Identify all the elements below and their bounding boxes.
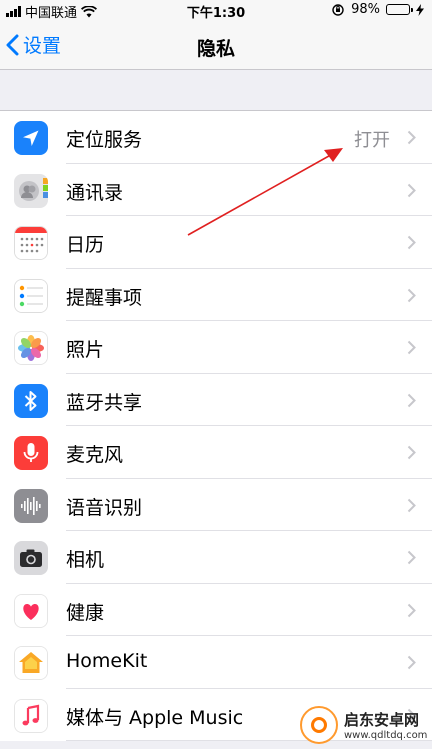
location-arrow-icon: [14, 121, 48, 155]
chevron-right-icon: [407, 445, 416, 460]
row-microphone[interactable]: 麦克风: [0, 426, 432, 479]
page-title: 隐私: [196, 38, 235, 60]
bluetooth-icon: [14, 383, 48, 418]
orientation-lock-icon: [332, 3, 344, 16]
row-label: 蓝牙共享: [66, 391, 143, 414]
row-location-services[interactable]: 定位服务 打开: [0, 111, 432, 164]
chevron-right-icon: [407, 340, 416, 355]
chevron-right-icon: [407, 655, 416, 670]
watermark-logo: 启东安卓网 www.qdltdq.com: [300, 706, 427, 744]
microphone-icon: [14, 436, 48, 470]
status-right: 98%: [331, 2, 424, 17]
row-speech-recognition[interactable]: 语音识别: [0, 479, 432, 531]
row-label: 通讯录: [66, 181, 124, 204]
contacts-icon: [14, 173, 48, 208]
watermark-url: www.qdltdq.com: [344, 730, 428, 741]
row-homekit[interactable]: HomeKit: [0, 636, 432, 689]
row-label: 相机: [66, 549, 105, 571]
row-label: 麦克风: [66, 444, 124, 466]
row-label: 语音识别: [66, 496, 143, 519]
privacy-settings-list: 定位服务 打开 通讯录 日历 提醒事项 照片 蓝牙共享 麦克风 语音识别 相机 …: [0, 110, 432, 741]
chevron-right-icon: [407, 603, 416, 617]
chevron-right-icon: [407, 130, 416, 145]
row-reminders[interactable]: 提醒事项: [0, 269, 432, 321]
camera-icon: [14, 541, 48, 575]
music-note-icon: [14, 698, 48, 733]
speech-recognition-icon: [14, 488, 48, 523]
watermark-logo-icon: [300, 706, 338, 744]
row-contacts[interactable]: 通讯录: [0, 164, 432, 216]
row-label: 定位服务: [66, 129, 143, 151]
calendar-icon: [14, 226, 48, 260]
chevron-right-icon: [407, 288, 416, 302]
health-heart-icon: [14, 593, 48, 628]
row-camera[interactable]: 相机: [0, 531, 432, 584]
chevron-right-icon: [407, 498, 416, 512]
photos-icon: [14, 331, 48, 365]
chevron-right-icon: [407, 393, 416, 407]
battery-percent: 98%: [351, 2, 380, 17]
row-health[interactable]: 健康: [0, 584, 432, 636]
row-label: 媒体与 Apple Music: [66, 706, 244, 729]
row-photos[interactable]: 照片: [0, 321, 432, 374]
charging-bolt-icon: [416, 3, 424, 16]
status-bar: 中国联通 下午1:30 98%: [0, 0, 432, 22]
row-calendar[interactable]: 日历: [0, 216, 432, 269]
chevron-right-icon: [407, 235, 416, 250]
reminders-icon: [14, 278, 48, 313]
navigation-bar: 设置 隐私: [0, 22, 432, 70]
row-label: 照片: [66, 339, 105, 361]
battery-icon: [386, 4, 413, 15]
chevron-right-icon: [407, 550, 416, 565]
row-label: 提醒事项: [66, 286, 143, 309]
watermark-name: 启东安卓网: [344, 711, 420, 729]
homekit-house-icon: [14, 646, 48, 680]
row-label: HomeKit: [66, 650, 148, 672]
row-label: 日历: [66, 234, 105, 256]
chevron-right-icon: [407, 183, 416, 197]
row-label: 健康: [66, 601, 105, 624]
row-bluetooth-sharing[interactable]: 蓝牙共享: [0, 374, 432, 426]
row-value: 打开: [354, 130, 390, 151]
